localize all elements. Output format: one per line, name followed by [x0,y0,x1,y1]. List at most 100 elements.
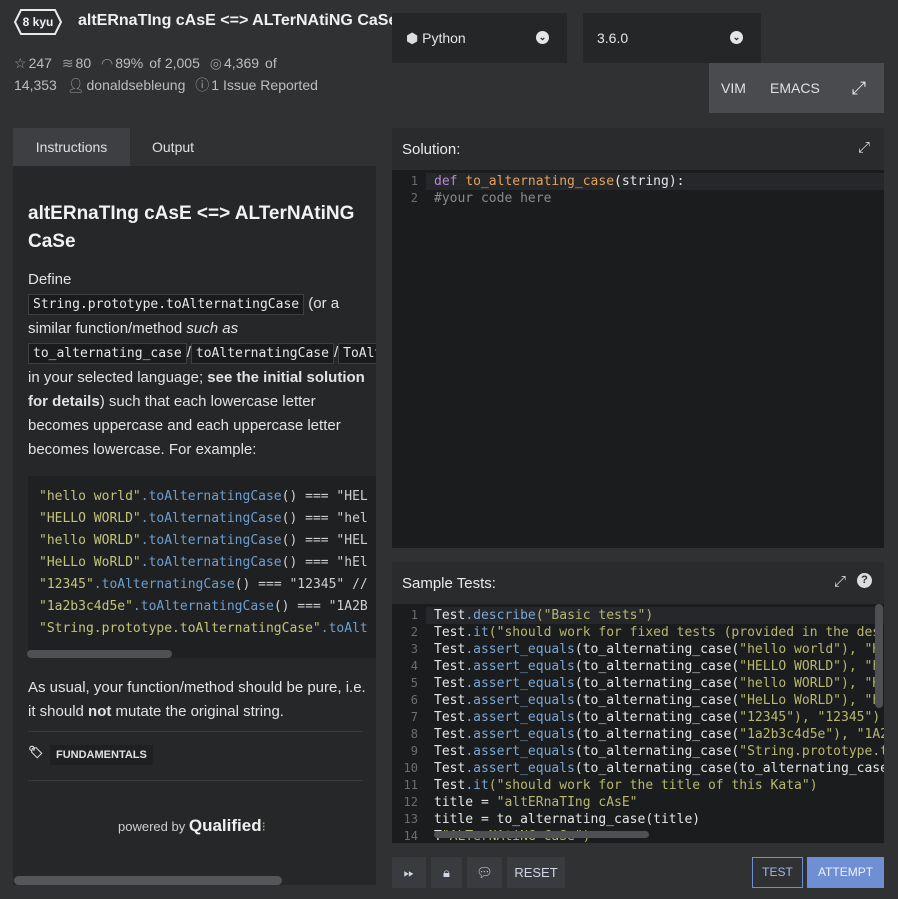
python-icon: ⬢ [406,30,419,46]
code-object: Test [434,778,466,793]
attempt-button[interactable]: ATTEMPT [807,857,884,888]
code-line: Test.assert_equals(to_alternating_case("… [434,744,884,759]
example-code-block: "hello world".toAlternatingCase() === "H… [28,476,376,658]
code-args: (to_alternating_case( [574,744,740,759]
reset-button[interactable]: RESET [507,857,565,888]
collections-icon[interactable]: ≋ [62,55,74,71]
code-params: (string): [614,174,685,189]
tests-editor[interactable]: 1 Test.describe("Basic tests") 2 Test.it("s… [392,604,884,843]
author-link[interactable]: donaldsebleung [87,77,186,93]
code-args: (to_alternating_case( [574,676,740,691]
code-line: def to_alternating_case(string): [434,174,684,189]
version-label: 3.6.0 [597,30,629,46]
fullscreen-button[interactable]: ⤢ [834,63,884,113]
example-string: "1a2b3c4d5e" [39,599,133,614]
user-icon: 👤︎ [66,77,85,93]
example-string: "String.prototype.toAlternatingCase" [39,621,321,636]
code-object: Test [434,693,466,708]
issues-link[interactable]: 1 Issue Reported [211,77,318,93]
language-select[interactable]: ⬢ Python ⌄ [392,13,567,63]
example-line: "1a2b3c4d5e".toAlternatingCase() === "1A… [39,599,368,614]
code-object: title = to_alternating_case(title) [434,812,701,827]
code-string: "altERnaTIng cAsE" [496,795,638,810]
code-string: "hello WORLD"), "H [739,676,881,691]
example-string: "HELLO WORLD" [39,511,141,526]
code-line: Test.assert_equals(to_alternating_case("… [434,642,880,657]
tests-hscrollbar[interactable] [434,831,649,838]
satisfaction-rating: 89% [115,55,144,71]
example-string: "HeLLo WoRLD" [39,555,141,570]
code-method: .assert_equals [465,642,575,657]
panel-scrollbar[interactable] [14,876,282,885]
code-line: Test.assert_equals(to_alternating_case("… [434,676,880,691]
discuss-button[interactable]: 💬︎ [467,857,502,888]
example-result: () === "1A2B [273,599,368,614]
code-method: .assert_equals [465,693,575,708]
skip-button[interactable]: ⏩︎ [392,857,426,888]
qualified-logo[interactable]: Qualified [189,816,262,835]
tests-vscrollbar[interactable] [875,604,883,708]
line-number: 5 [410,676,418,690]
code-object: Test [434,625,466,640]
expand-icon[interactable]: ⤢ [858,139,870,156]
line-number: 9 [410,744,418,758]
chat-icon: 💬︎ [476,865,493,880]
code-line: Test.assert_equals(to_alternating_case("… [434,659,880,674]
code-method: .assert_equals [465,710,575,725]
example-method: .toAlt [320,621,368,636]
test-button[interactable]: TEST [752,857,803,888]
help-icon[interactable]: ? [857,573,872,588]
line-number: 13 [403,812,418,826]
code-args: (to_alternating_case( [574,693,740,708]
code-args: ("Basic tests") [535,608,654,623]
language-label: Python [422,30,466,46]
code-string: "hello world"), "H [739,642,881,657]
instructions-panel: Instructions Output altERnaTIng cAsE <=>… [13,128,376,885]
line-number: 2 [410,625,418,639]
instructions-title: altERnaTIng cAsE <=> ALTerNAtiNG CaSe [28,203,355,252]
code-object: Test [434,642,466,657]
code-method: .assert_equals [465,676,575,691]
code-line: Test.assert_equals(to_alternating_case("… [434,693,880,708]
vim-mode-button[interactable]: VIM [721,80,746,96]
tags-row: 🏷︎ FUNDAMENTALS [28,745,153,765]
line-number: 1 [410,174,418,188]
code-object: title = [434,795,497,810]
solution-editor[interactable]: 1 def to_alternating_case(string): 2 #your… [392,170,884,548]
example-string: "hello world" [39,489,141,504]
example-line: "hello WORLD".toAlternatingCase() === "H… [39,533,368,548]
powered-by: powered by Qualified⁝ [118,816,266,835]
example-result: () === "12345" // [234,577,368,592]
lock-icon: 🔒︎ [443,865,450,880]
tag-icon: 🏷︎ [28,745,44,759]
purity-note: As usual, your function/method should be… [28,679,366,720]
unlock-button[interactable]: 🔒︎ [431,857,462,888]
code-scrollbar[interactable] [27,650,172,658]
example-line: "12345".toAlternatingCase() === "12345" … [39,577,368,592]
line-number: 10 [403,761,418,775]
tag-fundamentals[interactable]: FUNDAMENTALS [50,745,153,765]
satisfaction-icon: ◠ [101,55,114,71]
divider [28,780,363,781]
code-function-name: to_alternating_case [465,174,615,189]
solution-label: Solution: [402,141,461,158]
kyu-badge: 8 kyu [14,9,62,35]
chevron-down-icon: ⌄ [536,31,549,44]
code-comment: #your code here [434,191,552,206]
example-result: () === "HEL [281,489,368,504]
version-select[interactable]: 3.6.0 ⌄ [583,13,761,63]
expand-icon[interactable]: ⤢ [834,573,846,590]
example-result: () === "HEL [281,533,368,548]
example-line: "HELLO WORLD".toAlternatingCase() === "h… [39,511,368,526]
completions-of: of [265,55,277,71]
tab-instructions[interactable]: Instructions [13,128,130,166]
emacs-mode-button[interactable]: EMACS [770,80,820,96]
collections-count: 80 [75,55,92,71]
example-result: () === "hEl [281,555,368,570]
example-line: "HeLLo WoRLD".toAlternatingCase() === "h… [39,555,368,570]
code-string: "HELLO WORLD"), "h [739,659,881,674]
tab-output[interactable]: Output [152,128,194,166]
star-icon[interactable]: ☆ [14,55,27,71]
line-number: 2 [410,191,418,205]
code-line: Test.describe("Basic tests") [434,608,653,623]
